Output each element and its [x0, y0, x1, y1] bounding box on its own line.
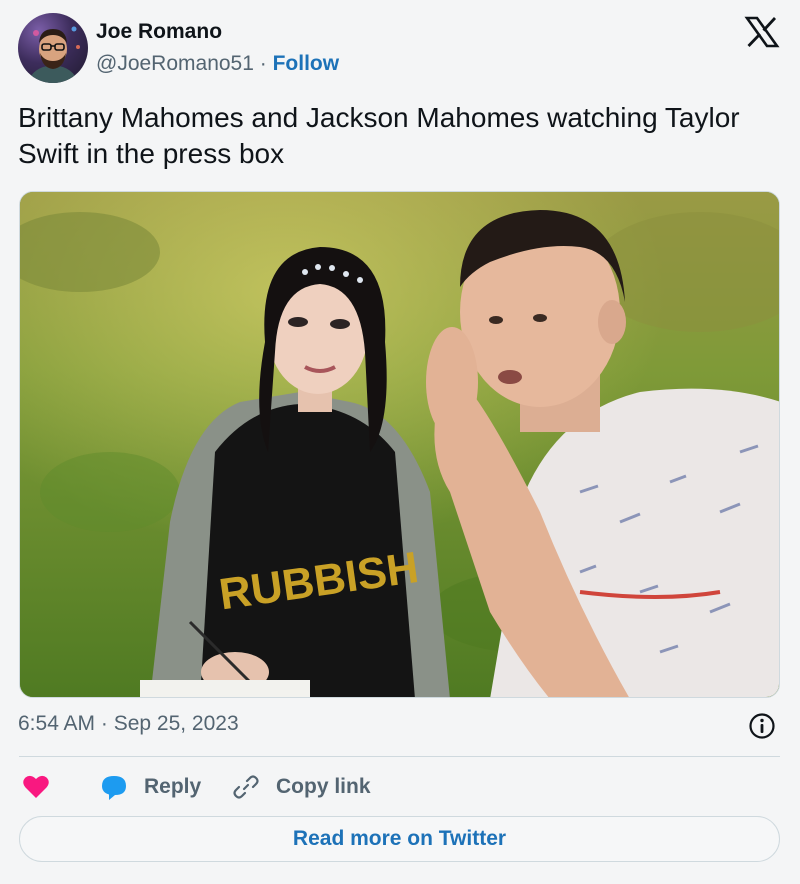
copy-link-button[interactable]: Copy link — [232, 772, 371, 802]
heart-icon — [23, 775, 49, 798]
copy-link-label: Copy link — [276, 775, 371, 798]
reply-button[interactable]: Reply — [100, 772, 201, 802]
read-more-button[interactable]: Read more on Twitter — [19, 816, 780, 862]
tweet-timestamp[interactable]: 6:54 AM · Sep 25, 2023 — [18, 712, 239, 736]
link-icon — [233, 775, 259, 799]
tweet-photo[interactable]: RUBBISH — [19, 191, 780, 698]
author-handle[interactable]: @JoeRomano51 — [96, 52, 254, 75]
like-button[interactable] — [22, 772, 50, 802]
follow-link[interactable]: Follow — [273, 52, 340, 75]
info-icon[interactable] — [748, 712, 776, 740]
tweet-text: Brittany Mahomes and Jackson Mahomes wat… — [18, 100, 788, 172]
reply-label: Reply — [144, 775, 202, 798]
author-avatar[interactable] — [18, 13, 88, 83]
handle-separator: · — [259, 52, 267, 75]
author-name[interactable]: Joe Romano — [96, 20, 222, 44]
divider — [19, 756, 780, 757]
speech-bubble-icon — [102, 776, 126, 800]
tweet-embed-card: Joe Romano @JoeRomano51 · Follow Brittan… — [0, 0, 800, 884]
author-handle-line: @JoeRomano51 · Follow — [96, 52, 339, 76]
x-logo-icon[interactable] — [744, 14, 780, 50]
tweet-text-line-2: Swift in the press box — [18, 138, 285, 169]
tweet-text-line-1: Brittany Mahomes and Jackson Mahomes wat… — [18, 102, 740, 133]
